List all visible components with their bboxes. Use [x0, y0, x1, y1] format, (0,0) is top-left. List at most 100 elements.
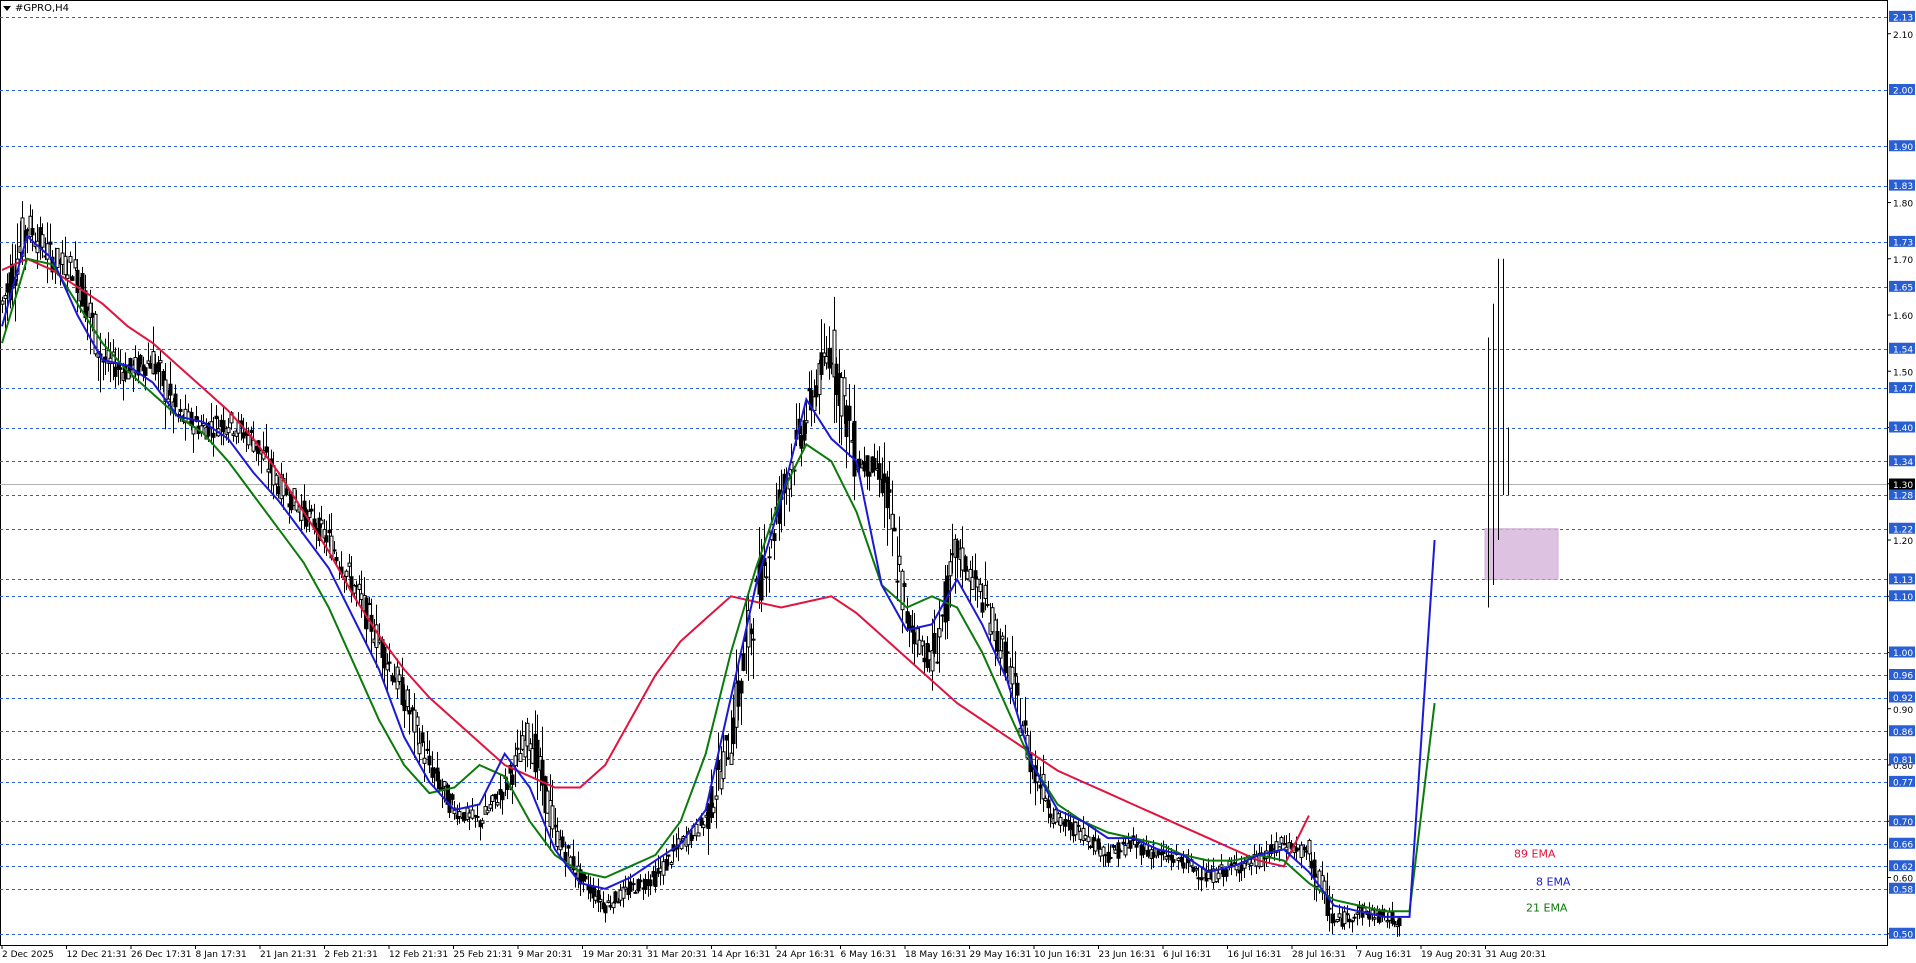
level-price-label: 0.96 [1893, 672, 1913, 682]
ema-legend: 89 EMA 8 EMA 21 EMA [1514, 847, 1571, 914]
time-tick-label: 12 Feb 21:31 [389, 950, 448, 960]
candle-body [324, 535, 329, 543]
candle-body [327, 529, 332, 534]
candle-body [488, 804, 493, 809]
candle-body [978, 583, 983, 593]
level-price-label: 0.92 [1893, 694, 1913, 704]
candle-body [1136, 841, 1141, 844]
candle-body [1337, 913, 1342, 918]
price-tick-label: 1.20 [1893, 537, 1913, 547]
level-price-label: 0.77 [1893, 778, 1913, 788]
candle-body [65, 274, 70, 280]
level-price-label: 1.28 [1893, 492, 1913, 502]
candle-body [500, 791, 505, 801]
time-tick-label: 31 Aug 20:31 [1486, 950, 1547, 960]
candle-body [872, 457, 877, 471]
candle-body [724, 735, 729, 741]
candle-body [932, 633, 937, 654]
candle-body [666, 854, 671, 857]
candle-body [1335, 918, 1340, 922]
time-tick-label: 19 Mar 20:31 [583, 950, 643, 960]
candle-body [513, 755, 518, 767]
time-tick-label: 12 Dec 21:31 [67, 950, 128, 960]
candle-body [1076, 824, 1081, 827]
candle-body [387, 661, 392, 664]
candle-body [847, 405, 852, 421]
candle-body [1171, 859, 1176, 863]
candle-body [669, 862, 674, 866]
candle-body [158, 360, 163, 364]
level-price-label: 1.47 [1893, 385, 1913, 395]
candle-body [495, 801, 500, 806]
candle-body [1073, 821, 1078, 836]
candle-body [515, 747, 520, 750]
candle-body [510, 774, 515, 785]
candle-body [877, 463, 882, 480]
candle-body [1327, 907, 1332, 910]
candle-body [983, 584, 988, 599]
candle-body [1128, 840, 1133, 849]
candle-body [40, 234, 45, 248]
chart-window[interactable]: #GPRO,H4 89 EMA 8 EMA 21 EMA 2.10 1.80 1.70 1… [0, 0, 1916, 963]
candle-body [63, 255, 68, 276]
candle-body [648, 879, 653, 887]
candle-body [1229, 863, 1234, 866]
candle-body [638, 879, 643, 883]
candle-body [553, 824, 558, 828]
candle-body [611, 902, 616, 909]
level-price-label: 1.10 [1893, 593, 1913, 603]
candle-body [613, 891, 618, 903]
candle-body [1392, 920, 1397, 925]
candle-body [1111, 845, 1116, 848]
candle-body [948, 561, 953, 577]
legend-ema-21: 21 EMA [1526, 901, 1568, 914]
candle-body [3, 295, 8, 299]
candle-body [1181, 862, 1186, 869]
candle-body [892, 527, 897, 532]
candle-body [334, 557, 339, 562]
candle-body [1066, 819, 1071, 822]
level-price-label: 0.70 [1893, 818, 1913, 828]
candle-body [998, 650, 1003, 659]
candle-body [493, 793, 498, 800]
candle-body [937, 628, 942, 638]
price-tick-label: 1.80 [1893, 200, 1913, 210]
time-tick-label: 9 Mar 20:31 [518, 950, 572, 960]
candle-body [211, 432, 216, 438]
time-tick-label: 24 Apr 16:31 [776, 950, 835, 960]
price-zone[interactable] [1484, 528, 1559, 580]
candle-body [741, 653, 746, 671]
price-axis: 2.10 1.80 1.70 1.60 1.50 1.40 1.30 1.20 1.10 1.00… [1887, 10, 1915, 941]
time-tick-label: 21 Jan 21:31 [260, 950, 317, 960]
candle-body [214, 415, 219, 420]
current-price-label: 1.30 [1893, 481, 1913, 491]
candle-body [696, 832, 701, 837]
candle-body [1362, 907, 1367, 913]
candle-body [385, 663, 390, 671]
candle-body [68, 255, 73, 263]
candle-body [284, 488, 289, 496]
time-tick-label: 23 Jun 16:31 [1099, 950, 1156, 960]
candle-body [1000, 635, 1005, 640]
candle-body [749, 628, 754, 635]
candle-body [156, 362, 161, 373]
candle-body [427, 755, 432, 766]
legend-ema-8: 8 EMA [1536, 875, 1571, 888]
candle-body [890, 513, 895, 530]
candle-body [995, 631, 1000, 652]
candle-body [45, 243, 50, 260]
candle-body [1312, 859, 1317, 879]
price-chart[interactable]: 89 EMA 8 EMA 21 EMA 2.10 1.80 1.70 1.60 1.50 1.… [0, 0, 1916, 963]
candle-body [417, 742, 422, 755]
candle-body [138, 355, 143, 365]
candle-body [566, 845, 571, 849]
candle-body [1302, 846, 1307, 851]
candle-body [405, 689, 410, 708]
candle-body [842, 377, 847, 397]
level-price-label: 0.66 [1893, 840, 1913, 850]
candle-body [307, 510, 312, 518]
candle-body [249, 429, 254, 433]
candle-body [1350, 920, 1355, 923]
time-tick-label: 29 May 16:31 [970, 950, 1032, 960]
candle-body [1121, 841, 1126, 845]
